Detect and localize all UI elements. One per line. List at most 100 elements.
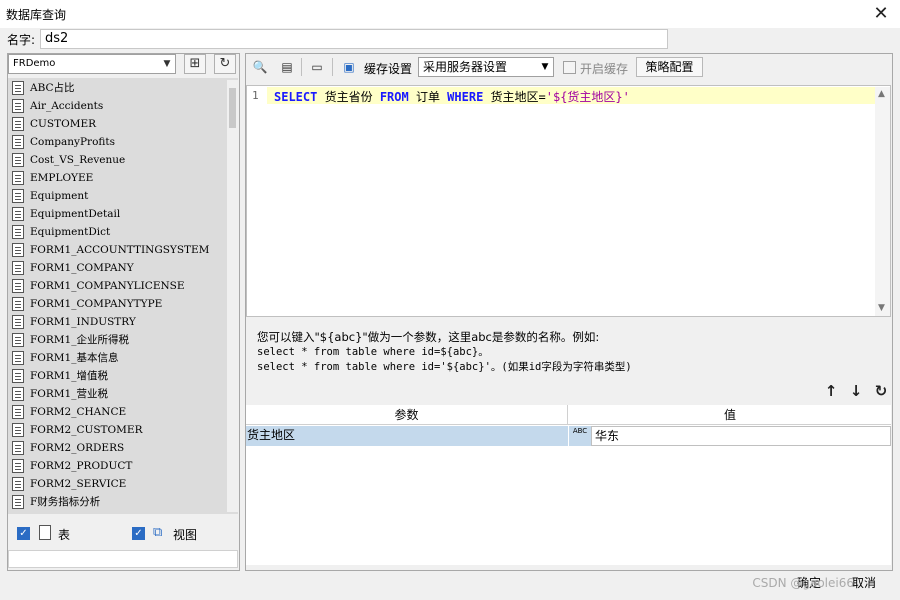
list-item[interactable]: FORM1_COMPANYLICENSE — [10, 277, 225, 295]
watermark: CSDN @gaolei66 — [752, 576, 854, 590]
chevron-down-icon: ▼ — [541, 62, 549, 72]
table-icon — [12, 441, 24, 455]
list-item-label: EquipmentDict — [30, 226, 111, 238]
param-value-input[interactable]: 华东 — [591, 426, 891, 446]
list-item[interactable]: CompanyProfits — [10, 133, 225, 151]
list-item[interactable]: FORM1_营业税 — [10, 385, 225, 403]
table-icon — [12, 405, 24, 419]
table-row[interactable]: 货主地区 ABC 华东 — [246, 426, 891, 446]
sql-file-icon[interactable]: ▤ — [278, 58, 296, 76]
table-icon — [12, 297, 24, 311]
scrollbar-thumb[interactable] — [229, 88, 236, 128]
preview-icon[interactable]: 🔍 — [251, 58, 269, 76]
table-filter-checkbox[interactable]: ✓ — [17, 527, 30, 540]
hint-line-2: select * from table where id=${abc}。 — [257, 346, 489, 358]
table-icon — [12, 369, 24, 383]
arrow-up-icon[interactable]: ↑ — [823, 383, 839, 399]
hint-line-1: 您可以键入"${abc}"做为一个参数，这里abc是参数的名称。例如: — [257, 330, 600, 344]
list-item[interactable]: FORM1_INDUSTRY — [10, 313, 225, 331]
scroll-down-icon[interactable]: ▼ — [878, 303, 885, 313]
refresh-button[interactable]: ↻ — [214, 54, 236, 74]
list-item[interactable]: CUSTOMER — [10, 115, 225, 133]
sql-text[interactable]: SELECT 货主省份 FROM 订单 WHERE 货主地区='${货主地区}' — [274, 88, 630, 105]
close-icon[interactable]: ✕ — [870, 3, 892, 25]
enable-cache-checkbox[interactable] — [563, 61, 576, 74]
table-icon — [12, 189, 24, 203]
chevron-down-icon: ▼ — [163, 59, 171, 69]
list-item[interactable]: FORM1_COMPANY — [10, 259, 225, 277]
table-icon — [12, 351, 24, 365]
table-search-input[interactable] — [8, 550, 238, 568]
sql-keyword: WHERE — [447, 90, 484, 104]
list-item-label: Cost_VS_Revenue — [30, 154, 126, 166]
param-name-header: 参数 — [246, 405, 568, 425]
param-name-cell[interactable]: 货主地区 — [246, 426, 568, 446]
list-item-label: EMPLOYEE — [30, 172, 94, 184]
list-item[interactable]: FORM2_CUSTOMER — [10, 421, 225, 439]
connection-select[interactable]: FRDemo ▼ — [8, 54, 176, 74]
editor-scrollbar[interactable]: ▲ ▼ — [875, 87, 890, 316]
list-item[interactable]: FORM2_PRODUCT — [10, 457, 225, 475]
refresh-icon: ↻ — [219, 56, 231, 71]
preview-table-button[interactable]: ⊞ — [184, 54, 206, 74]
list-item[interactable]: FORM1_ACCOUNTTINGSYSTEM — [10, 241, 225, 259]
list-item[interactable]: FORM2_CHANCE — [10, 403, 225, 421]
sql-format-icon[interactable]: ▭ — [308, 58, 326, 76]
list-item[interactable]: ABC占比 — [10, 79, 225, 97]
list-item[interactable]: F财务指标分析 — [10, 493, 225, 511]
parameter-table-header: 参数 值 — [246, 405, 891, 425]
toolbar-separator — [301, 58, 302, 76]
list-item[interactable]: FORM1_基本信息 — [10, 349, 225, 367]
table-icon — [12, 387, 24, 401]
scroll-up-icon[interactable]: ▲ — [878, 89, 885, 99]
list-item-label: EquipmentDetail — [30, 208, 121, 220]
line-number: 1 — [252, 89, 259, 102]
strategy-config-button[interactable]: 策略配置 — [636, 57, 703, 77]
enable-cache-label: 开启缓存 — [580, 62, 629, 76]
sql-token: 货主地区= — [483, 90, 546, 104]
arrow-down-icon[interactable]: ↓ — [848, 383, 864, 399]
table-icon — [12, 207, 24, 221]
table-icon — [12, 153, 24, 167]
view-icon: ⧉ — [153, 525, 163, 540]
list-item[interactable]: EMPLOYEE — [10, 169, 225, 187]
name-input[interactable]: ds2 — [40, 29, 668, 49]
table-filter-label: 表 — [58, 528, 71, 542]
table-preview-icon: ⊞ — [189, 56, 201, 71]
list-item[interactable]: FORM2_SERVICE — [10, 475, 225, 493]
table-icon — [12, 279, 24, 293]
line-gutter — [247, 86, 267, 316]
list-item-label: FORM1_COMPANY — [30, 262, 134, 274]
sql-editor[interactable] — [246, 85, 891, 317]
title-bar: 数据库查询 ✕ — [0, 0, 900, 28]
text-type-icon[interactable]: ABC — [569, 426, 591, 446]
table-icon — [12, 423, 24, 437]
list-item-label: F财务指标分析 — [30, 496, 101, 508]
list-item-label: CompanyProfits — [30, 136, 116, 148]
hint-line-3: select * from table where id='${abc}'。(如… — [257, 361, 632, 373]
sql-keyword: FROM — [379, 90, 409, 104]
list-item[interactable]: FORM1_COMPANYTYPE — [10, 295, 225, 313]
list-item-label: ABC占比 — [30, 82, 75, 94]
table-list-scrollbar[interactable] — [227, 80, 238, 512]
list-item[interactable]: Equipment — [10, 187, 225, 205]
refresh-icon[interactable]: ↻ — [873, 383, 889, 399]
list-item[interactable]: Air_Accidents — [10, 97, 225, 115]
list-item[interactable]: EquipmentDetail — [10, 205, 225, 223]
cache-mode-select[interactable]: 采用服务器设置 ▼ — [418, 57, 554, 77]
table-icon — [12, 81, 24, 95]
cache-icon[interactable]: ▣ — [340, 58, 358, 76]
param-value-header: 值 — [723, 408, 736, 422]
sql-keyword: SELECT — [274, 90, 318, 104]
list-item[interactable]: FORM2_ORDERS — [10, 439, 225, 457]
list-item[interactable]: FORM1_企业所得税 — [10, 331, 225, 349]
table-icon — [12, 99, 24, 113]
list-item-label: FORM1_企业所得税 — [30, 334, 129, 346]
list-item[interactable]: EquipmentDict — [10, 223, 225, 241]
list-item[interactable]: FORM1_增值税 — [10, 367, 225, 385]
view-filter-checkbox[interactable]: ✓ — [132, 527, 145, 540]
table-icon — [12, 315, 24, 329]
list-item-label: FORM1_营业税 — [30, 388, 108, 400]
list-item[interactable]: Cost_VS_Revenue — [10, 151, 225, 169]
connection-select-value: FRDemo — [13, 58, 56, 69]
